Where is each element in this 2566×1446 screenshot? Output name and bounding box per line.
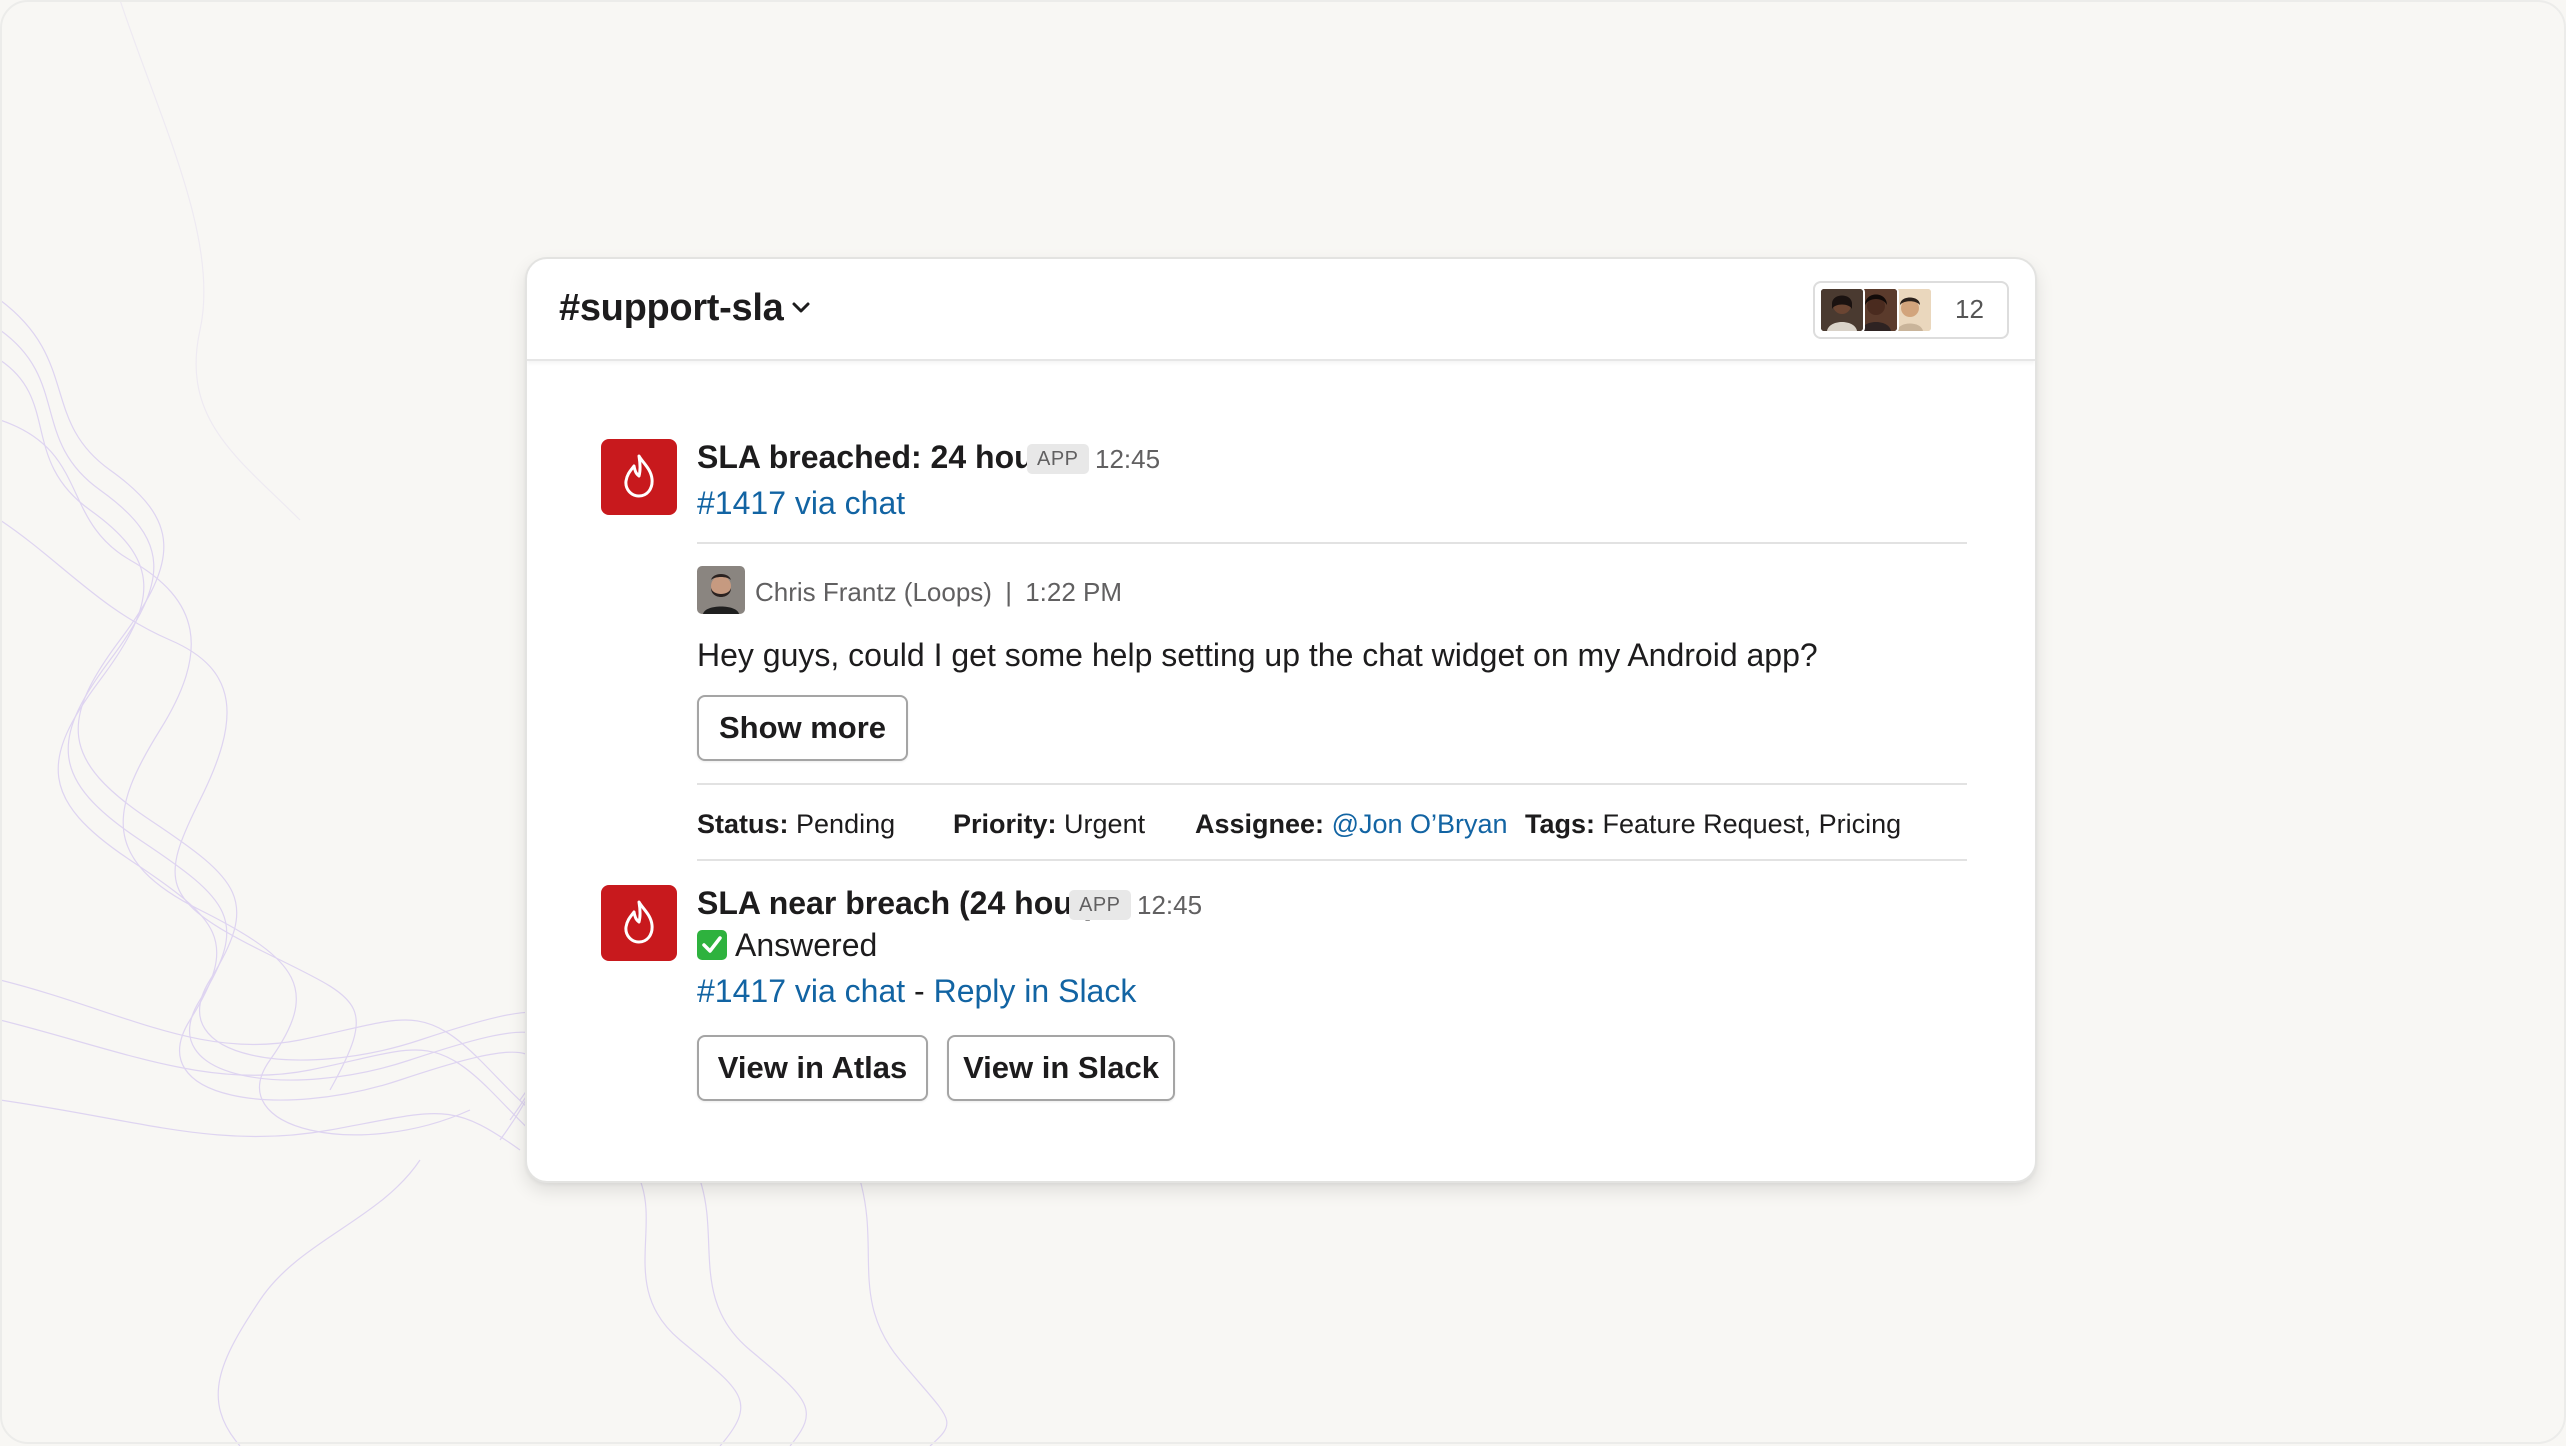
ticket-link[interactable]: #1417 via chat (697, 973, 905, 1009)
channel-header: #support-sla 12 (527, 259, 2035, 361)
divider (697, 859, 1967, 861)
status-label: Status: (697, 809, 789, 839)
link-separator: - (905, 973, 934, 1009)
assignee-label: Assignee: (1195, 809, 1325, 839)
divider (697, 783, 1967, 785)
flame-icon (624, 900, 654, 944)
answered-text: Answered (735, 927, 878, 963)
priority-label: Priority: (953, 809, 1057, 839)
divider (697, 542, 1967, 544)
status-field: Status: Pending (697, 809, 895, 840)
channel-card: #support-sla 12 SLA breached: 24 hour AP… (525, 257, 2037, 1183)
message-timestamp[interactable]: 12:45 (1137, 890, 1202, 921)
member-avatar (1819, 287, 1865, 333)
chevron-down-icon[interactable] (791, 301, 811, 315)
quote-time: 1:22 PM (1025, 577, 1123, 607)
priority-field: Priority: Urgent (953, 809, 1145, 840)
app-badge: APP (1027, 444, 1089, 474)
reply-in-slack-link[interactable]: Reply in Slack (934, 973, 1137, 1009)
flame-icon (624, 454, 654, 498)
quote-text: Hey guys, could I get some help setting … (697, 637, 1818, 673)
ticket-link[interactable]: #1417 via chat (697, 485, 905, 522)
priority-value: Urgent (1064, 809, 1146, 839)
tags-label: Tags: (1525, 809, 1596, 839)
tags-value: Feature Request, Pricing (1602, 809, 1902, 839)
assignee-mention[interactable]: @Jon O’Bryan (1332, 809, 1508, 839)
author-avatar (697, 566, 745, 614)
app-avatar[interactable] (601, 885, 677, 961)
message-title: SLA near breach (24 hour) (697, 885, 1096, 921)
quote-author-line: Chris Frantz (Loops) | 1:22 PM (755, 577, 1122, 608)
member-count: 12 (1955, 294, 1984, 324)
channel-name[interactable]: #support-sla (559, 287, 784, 330)
quote-author[interactable]: Chris Frantz (Loops) (755, 577, 992, 607)
assignee-field: Assignee: @Jon O’Bryan (1195, 809, 1508, 840)
app-avatar[interactable] (601, 439, 677, 515)
view-in-atlas-button[interactable]: View in Atlas (697, 1035, 928, 1101)
quote-separator: | (1005, 577, 1012, 607)
message-timestamp[interactable]: 12:45 (1095, 444, 1160, 475)
view-in-slack-button[interactable]: View in Slack (947, 1035, 1175, 1101)
status-value: Pending (796, 809, 896, 839)
check-mark-icon (697, 930, 727, 960)
app-badge: APP (1069, 890, 1131, 920)
tags-field: Tags: Feature Request, Pricing (1525, 809, 1901, 840)
message-title: SLA breached: 24 hour (697, 439, 1047, 475)
show-more-button[interactable]: Show more (697, 695, 908, 761)
answered-status: Answered (697, 927, 877, 964)
members-button[interactable]: 12 (1813, 281, 2009, 339)
ticket-links: #1417 via chat - Reply in Slack (697, 973, 1136, 1010)
